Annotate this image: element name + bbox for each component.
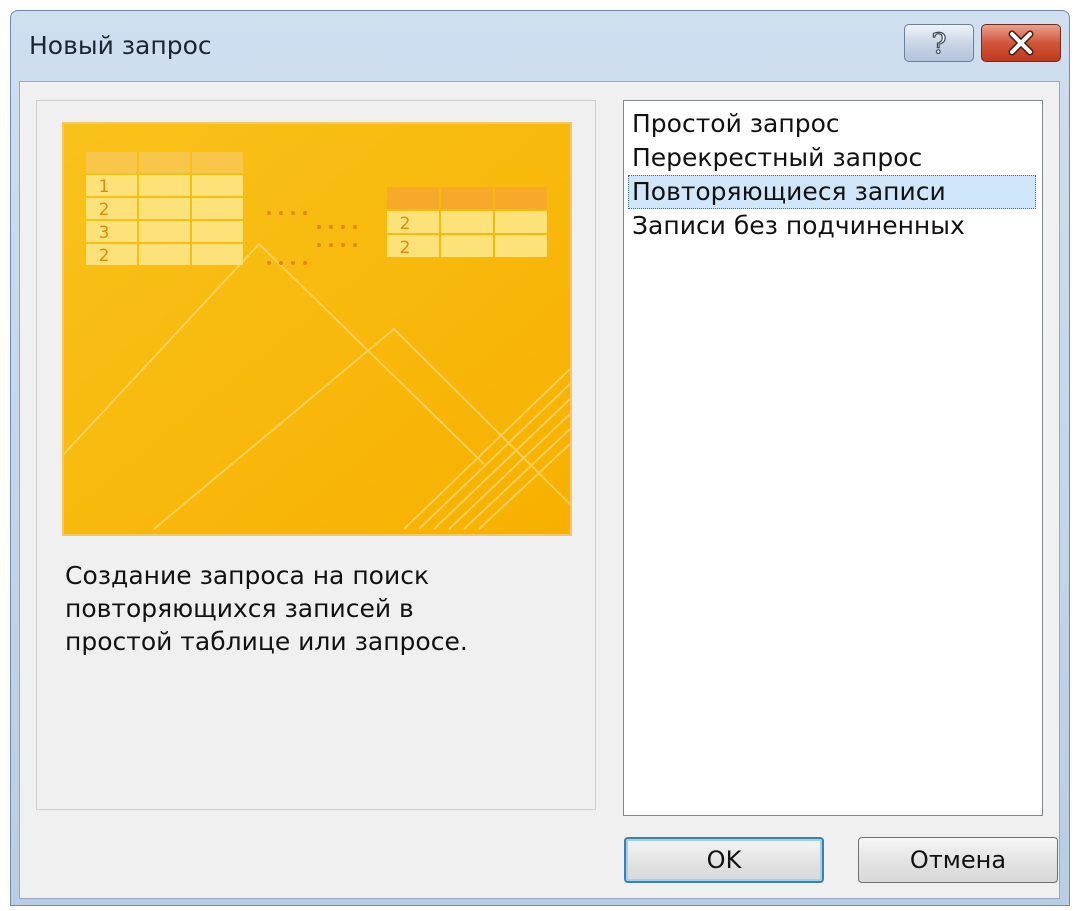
source-table-graphic: 1 2 3 2: [86, 152, 243, 266]
table-cell: [139, 198, 190, 219]
table-cell: [441, 235, 493, 257]
window-title: Новый запрос: [29, 31, 212, 60]
table-cell: [441, 211, 493, 233]
table-row-number: 2: [99, 246, 110, 266]
table-cell: [139, 244, 190, 265]
table-cell: [192, 221, 243, 242]
list-item-find-duplicates[interactable]: Повторяющиеся записи: [628, 175, 1036, 209]
description-line: Создание запроса на поиск: [65, 561, 430, 590]
list-item-crosstab-query[interactable]: Перекрестный запрос: [628, 141, 1036, 175]
close-button[interactable]: [981, 24, 1061, 62]
result-table-graphic: 22: [387, 187, 547, 258]
help-button[interactable]: ?: [904, 24, 974, 62]
table-row-number: 2: [99, 200, 110, 220]
description-line: простой таблице или запросе.: [65, 627, 468, 656]
new-query-dialog: Новый запрос ? 1 2 3 2 2 2 Создание запр…: [10, 10, 1070, 906]
table-cell: [139, 175, 190, 196]
table-header-cell: [139, 152, 190, 173]
dialog-body: 1232 22 Создание запроса на поиск повтор…: [19, 81, 1060, 899]
query-type-list[interactable]: Простой запрос Перекрестный запрос Повто…: [623, 100, 1043, 816]
ok-button[interactable]: OK: [624, 837, 824, 883]
table-row-number: 1: [99, 177, 110, 197]
table-cell: [139, 221, 190, 242]
table-cell: [387, 211, 439, 233]
svg-text:?: ?: [931, 28, 946, 58]
list-item-simple-query[interactable]: Простой запрос: [628, 107, 1036, 141]
table-header-cell: [86, 152, 137, 173]
table-header-cell: [441, 187, 493, 209]
table-row-number: 2: [400, 238, 411, 258]
query-description: Создание запроса на поиск повторяющихся …: [65, 559, 565, 658]
table-cell: [192, 175, 243, 196]
table-row-number: 3: [99, 223, 110, 243]
table-cell: [86, 175, 137, 196]
description-line: повторяющихся записей в: [65, 594, 414, 623]
table-cell: [387, 235, 439, 257]
preview-panel: 1232 22 Создание запроса на поиск повтор…: [36, 100, 596, 810]
table-cell: [495, 211, 547, 233]
table-header-cell: [387, 187, 439, 209]
table-cell: [495, 235, 547, 257]
table-row-number: 2: [400, 214, 411, 234]
question-mark-icon: ?: [931, 28, 947, 58]
table-cell: [192, 244, 243, 265]
table-header-cell: [192, 152, 243, 173]
cancel-button[interactable]: Отмена: [858, 837, 1058, 883]
query-preview-image: 1232 22: [62, 122, 572, 536]
table-header-cell: [495, 187, 547, 209]
list-item-find-unmatched[interactable]: Записи без подчиненных: [628, 209, 1036, 243]
table-cell: [192, 198, 243, 219]
table-cell: [86, 244, 137, 265]
title-bar[interactable]: Новый запрос ?: [11, 11, 1069, 81]
table-cell: [86, 221, 137, 242]
table-cell: [86, 198, 137, 219]
close-icon: [1008, 30, 1034, 56]
